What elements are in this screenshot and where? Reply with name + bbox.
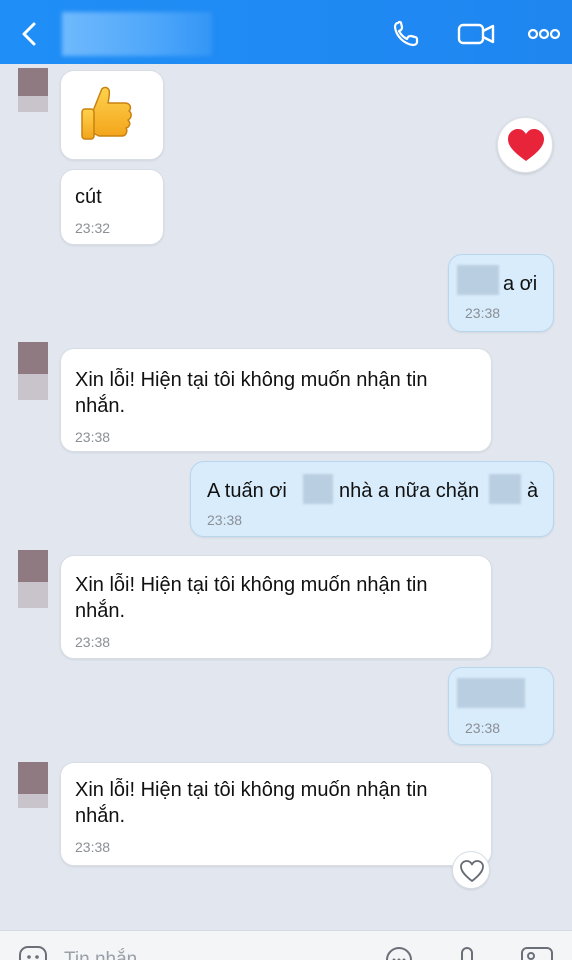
message-bubble-received[interactable]: Xin lỗi! Hiện tại tôi không muốn nhận ti… — [60, 555, 492, 659]
phone-icon[interactable] — [390, 18, 422, 50]
chat-area[interactable]: cút 23:32 a ơi 23:38 Xin lỗi! Hiện tại t… — [0, 64, 572, 930]
message-time: 23:38 — [207, 512, 243, 528]
message-text: a ơi — [503, 273, 538, 295]
message-text-line1: Xin lỗi! Hiện tại tôi không muốn nhận ti… — [75, 574, 428, 596]
message-text: cút — [75, 186, 102, 208]
message-text-part2: nhà a nữa chặn — [339, 480, 480, 502]
redacted-text — [457, 678, 525, 708]
message-time: 23:38 — [75, 839, 111, 855]
avatar[interactable] — [18, 762, 48, 808]
message-text-line2: nhắn. — [75, 395, 126, 417]
message-time: 23:38 — [75, 634, 111, 650]
heart-reaction[interactable] — [497, 117, 553, 173]
message-text-line1: Xin lỗi! Hiện tại tôi không muốn nhận ti… — [75, 779, 428, 801]
redacted-text — [457, 265, 499, 295]
message-time: 23:32 — [75, 220, 111, 236]
thumbs-up-icon — [79, 83, 133, 150]
message-time: 23:38 — [465, 305, 501, 321]
more-icon[interactable] — [526, 18, 562, 50]
back-icon[interactable] — [14, 18, 46, 50]
image-icon[interactable] — [520, 945, 553, 960]
avatar[interactable] — [18, 342, 48, 400]
message-input[interactable]: Tin nhắn — [64, 949, 137, 960]
heart-outline-icon — [460, 860, 484, 882]
redacted-text — [303, 474, 333, 504]
sticker-message[interactable] — [60, 70, 164, 160]
chat-header — [0, 0, 572, 64]
message-bubble-sent[interactable]: 23:38 — [448, 667, 554, 745]
emoji-icon[interactable] — [18, 945, 48, 960]
video-call-icon[interactable] — [456, 18, 496, 50]
microphone-icon[interactable] — [452, 945, 482, 960]
heart-icon — [508, 129, 544, 161]
message-time: 23:38 — [75, 429, 111, 445]
add-reaction-button[interactable] — [452, 851, 490, 889]
message-bubble-received[interactable]: Xin lỗi! Hiện tại tôi không muốn nhận ti… — [60, 348, 492, 452]
message-text-line2: nhắn. — [75, 805, 126, 827]
avatar[interactable] — [18, 550, 48, 608]
message-time: 23:38 — [465, 720, 501, 736]
message-text-part1: A tuấn ơi — [207, 480, 287, 502]
message-text-line2: nhắn. — [75, 600, 126, 622]
more-options-icon[interactable] — [384, 945, 414, 960]
redacted-text — [489, 474, 521, 504]
message-text-line1: Xin lỗi! Hiện tại tôi không muốn nhận ti… — [75, 369, 428, 391]
message-bubble-sent[interactable]: A tuấn ơi nhà a nữa chặn à 23:38 — [190, 461, 554, 537]
message-bubble-received[interactable]: Xin lỗi! Hiện tại tôi không muốn nhận ti… — [60, 762, 492, 866]
contact-name-blurred — [62, 12, 212, 56]
message-bubble-sent[interactable]: a ơi 23:38 — [448, 254, 554, 332]
message-bubble-received[interactable]: cút 23:32 — [60, 169, 164, 245]
message-text-part3: à — [527, 480, 539, 502]
avatar[interactable] — [18, 68, 48, 112]
message-input-bar: Tin nhắn — [0, 930, 572, 960]
